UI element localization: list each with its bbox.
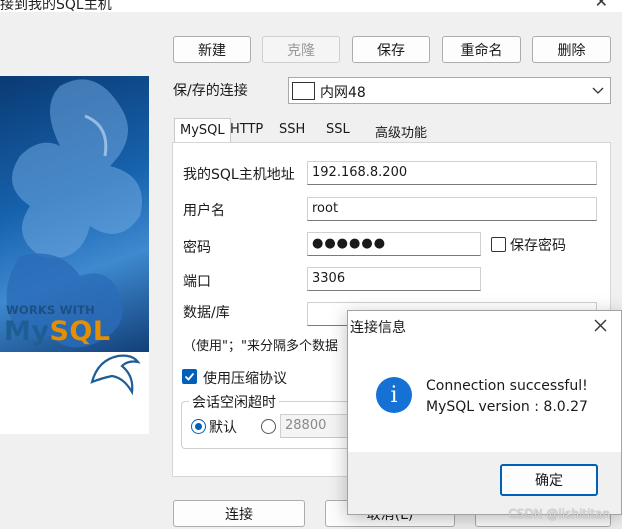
host-input[interactable]: 192.168.8.200 <box>307 161 597 185</box>
watermark: CSDN @lishititan <box>508 507 610 521</box>
connection-info-dialog: 连接信息 i Connection successful! MySQL vers… <box>347 310 622 515</box>
saved-connection-value: 内网48 <box>320 85 366 101</box>
compression-label: 使用压缩协议 <box>203 371 287 387</box>
tab-ssh[interactable]: SSH <box>274 118 310 142</box>
connect-button[interactable]: 连接 <box>173 500 305 527</box>
info-icon: i <box>376 377 412 413</box>
connection-tabs: MySQL HTTP SSH SSL 高级功能 <box>172 118 611 143</box>
dialog-close-icon[interactable] <box>594 319 607 332</box>
connection-color-swatch <box>292 82 315 100</box>
delete-button[interactable]: 删除 <box>532 36 611 63</box>
tab-ssl[interactable]: SSL <box>321 118 355 142</box>
save-password-label: 保存密码 <box>510 238 566 254</box>
dialog-footer: 确定 <box>348 452 621 514</box>
port-label: 端口 <box>183 274 211 290</box>
works-with-text: WORKS WITH <box>6 303 95 317</box>
ok-button[interactable]: 确定 <box>500 464 598 496</box>
tab-mysql[interactable]: MySQL <box>174 118 231 143</box>
database-label: 数据/库 <box>183 305 230 321</box>
saved-connection-label: 保/存的连接 <box>173 83 248 99</box>
save-password-checkbox[interactable] <box>491 237 506 252</box>
window-close-icon[interactable]: ✕ <box>595 0 608 11</box>
dialog-message-line2: MySQL version : 8.0.27 <box>426 399 588 415</box>
user-label: 用户名 <box>183 203 225 219</box>
password-input[interactable]: ●●●●●● <box>307 232 481 256</box>
tab-http[interactable]: HTTP <box>225 118 268 142</box>
host-label: 我的SQL主机地址 <box>183 167 295 183</box>
mysql-logo-my: My <box>4 316 50 347</box>
title-bar: 接到我的SQL主机 ✕ <box>0 0 622 12</box>
mysql-logo: MySQL <box>4 316 111 347</box>
window-title: 接到我的SQL主机 <box>0 0 112 12</box>
dolphin-icon <box>90 354 141 396</box>
dialog-title: 连接信息 <box>350 320 406 336</box>
saved-connection-select[interactable]: 内网48 <box>288 77 611 104</box>
dialog-header: 连接信息 <box>348 311 621 341</box>
new-button[interactable]: 新建 <box>173 36 251 63</box>
tab-advanced[interactable]: 高级功能 <box>370 118 432 142</box>
timeout-default-radio[interactable] <box>191 419 206 434</box>
timeout-custom-radio[interactable] <box>261 419 276 434</box>
dialog-message-line1: Connection successful! <box>426 378 588 394</box>
rename-button[interactable]: 重命名 <box>442 36 521 63</box>
clone-button[interactable]: 克隆 <box>262 36 340 63</box>
mysql-logo-sql: SQL <box>49 316 111 347</box>
session-timeout-label: 会话空闲超时 <box>189 392 279 412</box>
timeout-default-label: 默认 <box>209 420 237 436</box>
port-input[interactable]: 3306 <box>307 267 481 291</box>
save-button[interactable]: 保存 <box>352 36 430 63</box>
timeout-custom-input[interactable]: 28800 <box>280 414 350 438</box>
database-hint: （使用"；"来分隔多个数据 <box>183 339 338 354</box>
chevron-down-icon <box>592 87 604 94</box>
compression-checkbox[interactable] <box>182 369 197 384</box>
user-input[interactable]: root <box>307 197 597 221</box>
password-label: 密码 <box>183 240 211 256</box>
